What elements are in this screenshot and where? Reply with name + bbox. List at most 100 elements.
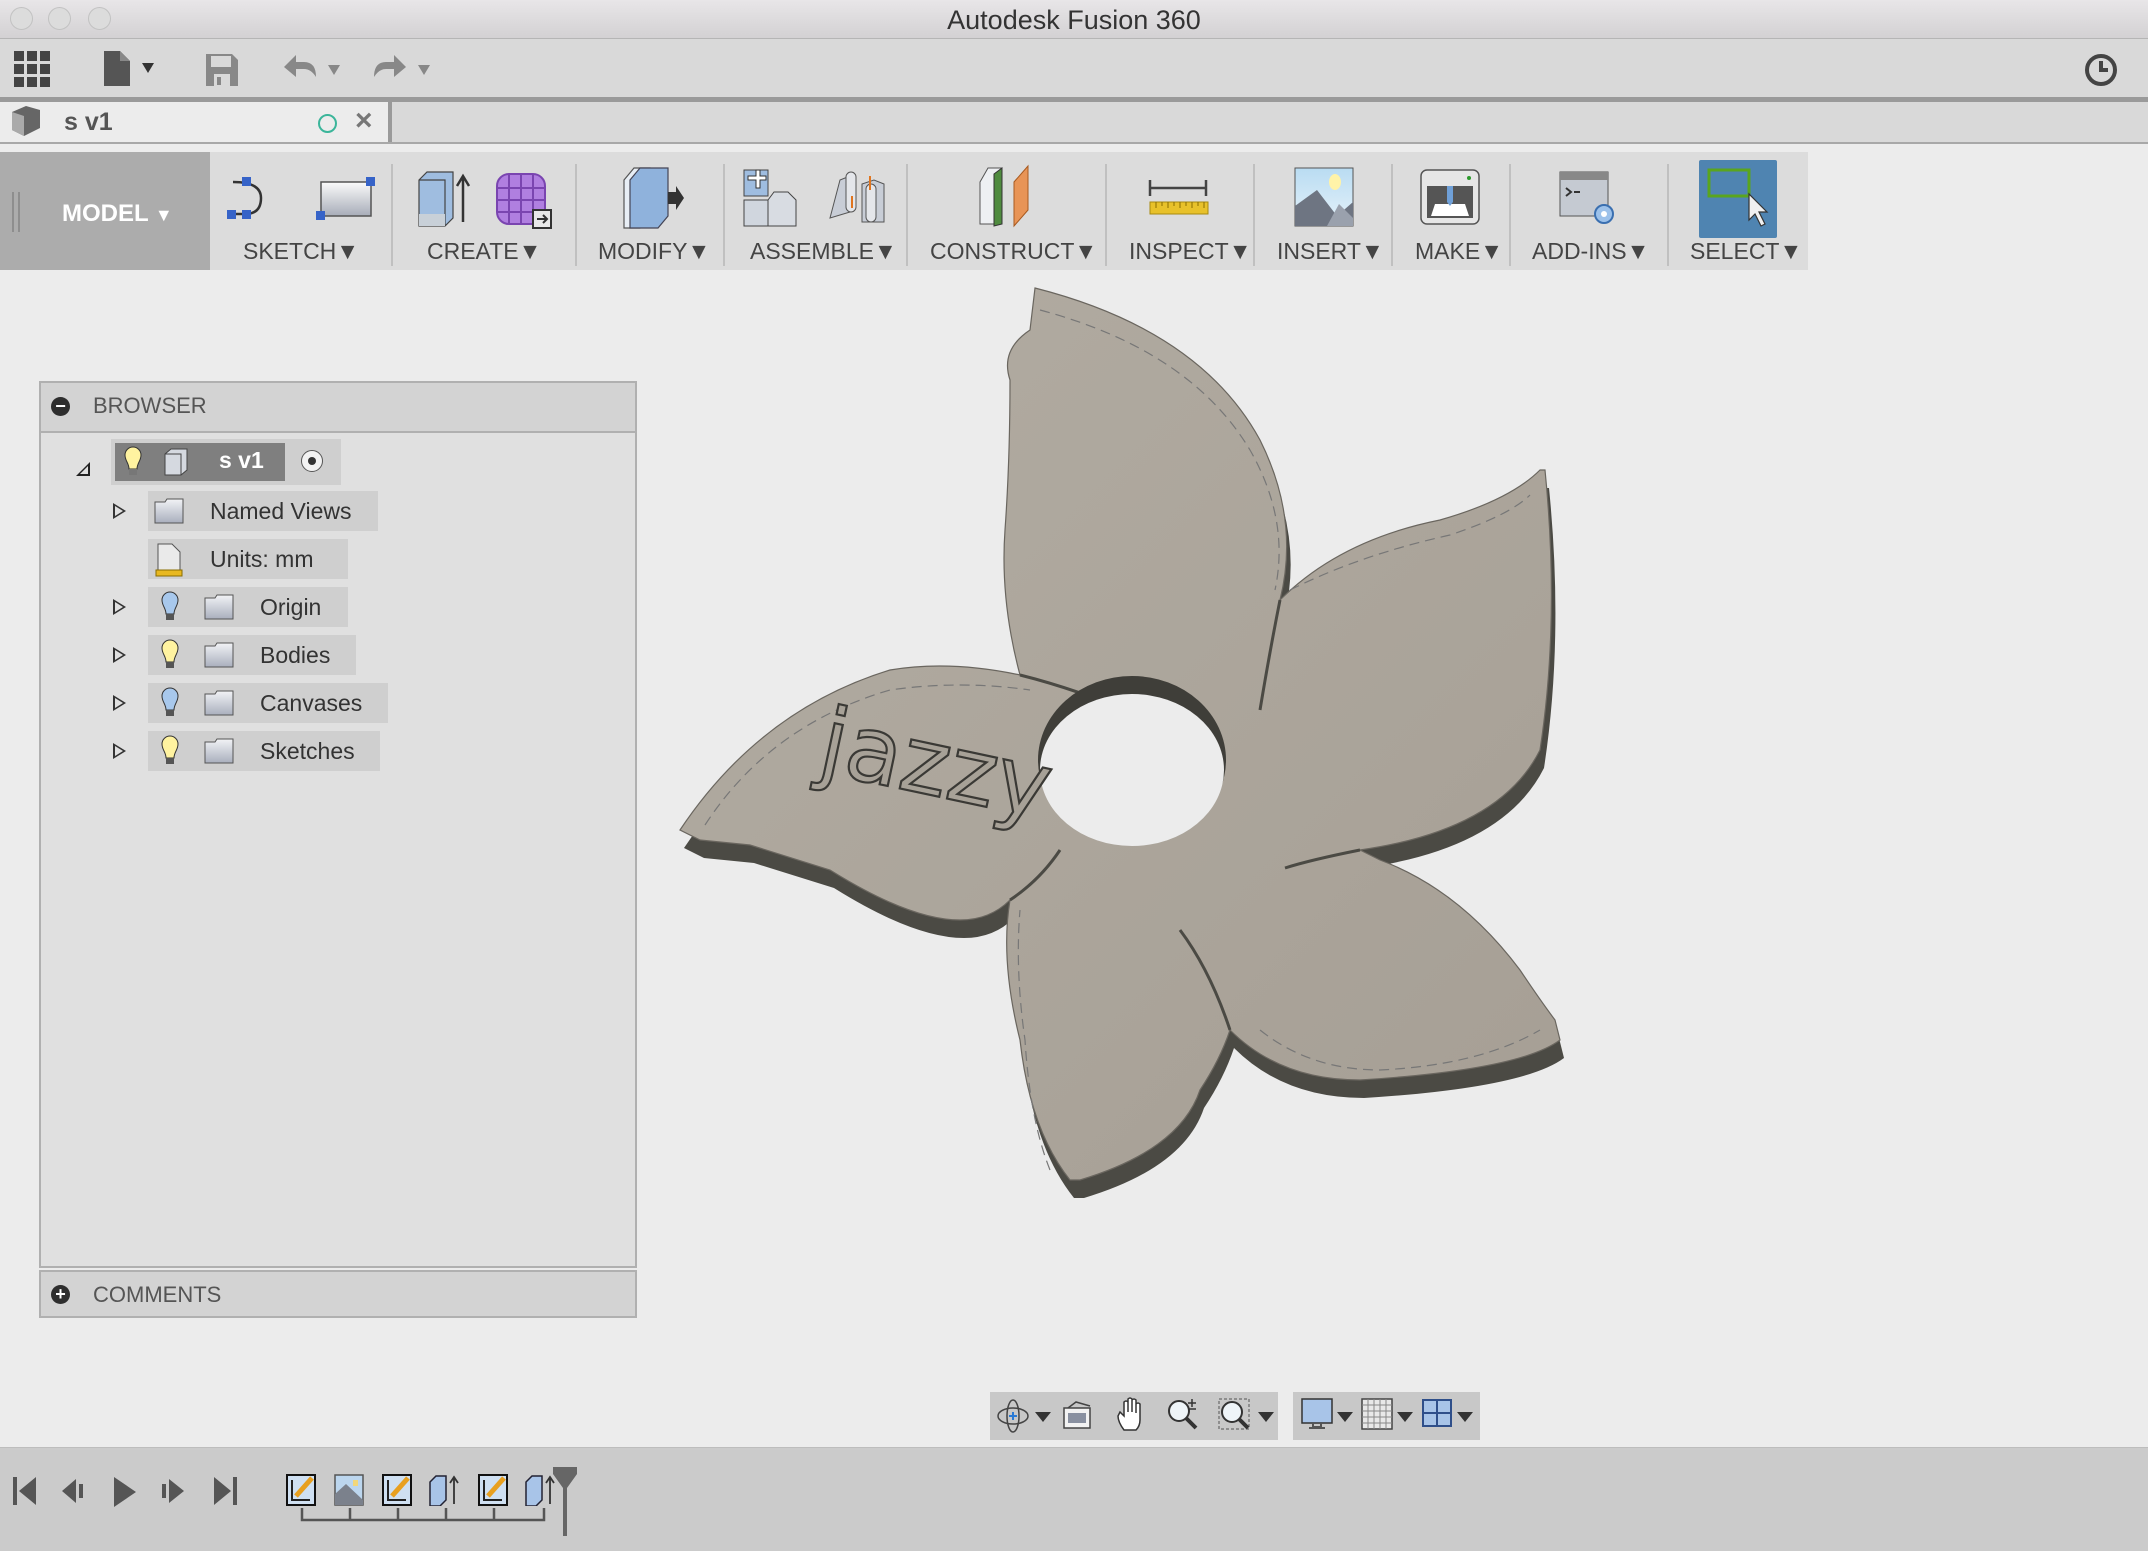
document-tab-bar: s v1 × [0, 102, 2148, 144]
ribbon-group-modify[interactable]: MODIFY▼ [590, 152, 725, 270]
timeline-extrude-icon[interactable] [428, 1474, 459, 1507]
component-icon [10, 106, 40, 143]
timeline-extrude-icon[interactable] [524, 1474, 555, 1507]
ribbon-group-make[interactable]: MAKE▼ [1405, 152, 1515, 270]
orbit-dropdown-icon[interactable] [1035, 1412, 1051, 1422]
browser-item-bodies[interactable]: Bodies [148, 635, 356, 675]
expand-triangle-icon[interactable] [113, 647, 126, 663]
ribbon-group-construct[interactable]: CONSTRUCT▼ [922, 152, 1102, 270]
ribbon-separator [575, 164, 577, 266]
browser-item-canvases[interactable]: Canvases [148, 683, 388, 723]
grid-icon[interactable] [1361, 1398, 1393, 1435]
go-to-start-button[interactable] [12, 1476, 38, 1511]
root-expander-icon[interactable] [75, 461, 91, 482]
select-tool-icon[interactable] [1699, 160, 1777, 238]
browser-item-label: Sketches [260, 738, 355, 764]
ribbon-separator [1105, 164, 1107, 266]
redo-icon[interactable] [374, 55, 434, 90]
timeline-marker-handle[interactable] [552, 1466, 578, 1541]
grid-dropdown-icon[interactable] [1397, 1412, 1413, 1422]
ribbon-group-select[interactable]: SELECT▼ [1680, 152, 1808, 270]
ribbon-group-add-ins[interactable]: ADD-INS▼ [1520, 152, 1670, 270]
measure-icon[interactable] [1148, 176, 1210, 225]
ribbon-label-inspect: INSPECT [1129, 238, 1229, 264]
lightbulb-on-icon[interactable] [123, 445, 143, 484]
chevron-down-icon: ▼ [687, 238, 711, 264]
expand-triangle-icon[interactable] [113, 743, 126, 759]
zoom-dropdown-icon[interactable] [1258, 1412, 1274, 1422]
timeline-canvas-icon[interactable] [334, 1474, 364, 1506]
zoom-icon[interactable] [1166, 1396, 1200, 1437]
viewports-icon[interactable] [1421, 1398, 1453, 1435]
new-component-icon[interactable] [742, 166, 806, 235]
timeline-bar [0, 1447, 2148, 1551]
browser-root-node[interactable]: s v1 [111, 439, 341, 485]
lightbulb-off-icon[interactable] [160, 686, 180, 725]
ribbon-label-insert: INSERT [1277, 238, 1361, 264]
units-document-icon [154, 543, 184, 582]
ribbon-group-inspect[interactable]: INSPECT▼ [1118, 152, 1258, 270]
display-settings-icon[interactable] [1301, 1398, 1333, 1435]
3d-print-icon[interactable] [1419, 168, 1481, 231]
saved-status-icon [318, 114, 337, 133]
press-pull-icon[interactable] [620, 166, 684, 235]
look-at-icon[interactable] [1062, 1400, 1092, 1435]
timeline-sketch-icon[interactable] [382, 1474, 412, 1506]
document-tab[interactable]: s v1 × [0, 102, 392, 142]
ribbon-separator [1253, 164, 1255, 266]
construct-plane-icon[interactable] [976, 164, 1040, 233]
go-to-end-button[interactable] [212, 1476, 238, 1511]
joint-icon[interactable] [826, 166, 890, 235]
expand-triangle-icon[interactable] [113, 695, 126, 711]
ribbon-label-add-ins: ADD-INS [1532, 238, 1627, 264]
step-back-button[interactable] [60, 1476, 86, 1511]
create-sketch-icon[interactable] [225, 174, 287, 229]
lightbulb-off-icon[interactable] [160, 590, 180, 629]
data-panel-grid-icon[interactable] [14, 51, 50, 92]
job-status-clock-icon[interactable] [2084, 53, 2118, 92]
pan-icon[interactable] [1114, 1396, 1148, 1437]
ribbon-group-assemble[interactable]: ASSEMBLE▼ [738, 152, 908, 270]
viewports-dropdown-icon[interactable] [1457, 1412, 1473, 1422]
insert-image-icon[interactable] [1293, 166, 1355, 233]
folder-icon [154, 498, 184, 529]
scripts-addins-icon[interactable] [1558, 170, 1622, 233]
browser-item-sketches[interactable]: Sketches [148, 731, 380, 771]
rectangle-icon[interactable] [313, 174, 375, 229]
expand-panel-icon[interactable]: + [51, 1285, 70, 1304]
file-menu-icon[interactable] [102, 51, 162, 92]
browser-item-units[interactable]: Units: mm [148, 539, 348, 579]
display-dropdown-icon[interactable] [1337, 1412, 1353, 1422]
undo-icon[interactable] [284, 55, 344, 90]
orbit-icon[interactable] [996, 1398, 1030, 1439]
viewport-canvas[interactable]: jazzy [660, 270, 1720, 1280]
expand-triangle-icon[interactable] [113, 599, 126, 615]
browser-item-origin[interactable]: Origin [148, 587, 348, 627]
chevron-down-icon: ▼ [874, 238, 897, 264]
ribbon-group-sketch[interactable]: SKETCH▼ [225, 152, 390, 270]
fit-window-icon[interactable] [1218, 1398, 1252, 1437]
browser-item-named-views[interactable]: Named Views [148, 491, 378, 531]
extrude-icon[interactable] [413, 170, 473, 235]
expand-triangle-icon[interactable] [113, 503, 126, 519]
form-icon[interactable] [493, 168, 553, 237]
collapse-panel-icon[interactable]: − [51, 397, 70, 416]
ribbon-group-insert[interactable]: INSERT▼ [1265, 152, 1395, 270]
timeline-sketch-icon[interactable] [286, 1474, 316, 1506]
folder-icon [204, 738, 234, 769]
play-button[interactable] [112, 1476, 138, 1513]
activate-radio-button[interactable] [301, 450, 323, 472]
browser-header[interactable]: − BROWSER [41, 383, 635, 433]
close-tab-button[interactable]: × [355, 104, 373, 138]
flower-model[interactable]: jazzy [660, 270, 1720, 1280]
step-forward-button[interactable] [160, 1476, 186, 1511]
ribbon-group-create[interactable]: CREATE▼ [405, 152, 570, 270]
workspace-switcher[interactable]: MODEL ▼ [0, 152, 210, 270]
lightbulb-on-icon[interactable] [160, 734, 180, 773]
timeline-sketch-icon[interactable] [478, 1474, 508, 1506]
ribbon-label-construct: CONSTRUCT [930, 238, 1075, 264]
comments-panel[interactable]: + COMMENTS [39, 1270, 637, 1318]
lightbulb-on-icon[interactable] [160, 638, 180, 677]
save-icon[interactable] [205, 53, 239, 92]
toolbar-grip[interactable] [12, 192, 20, 232]
